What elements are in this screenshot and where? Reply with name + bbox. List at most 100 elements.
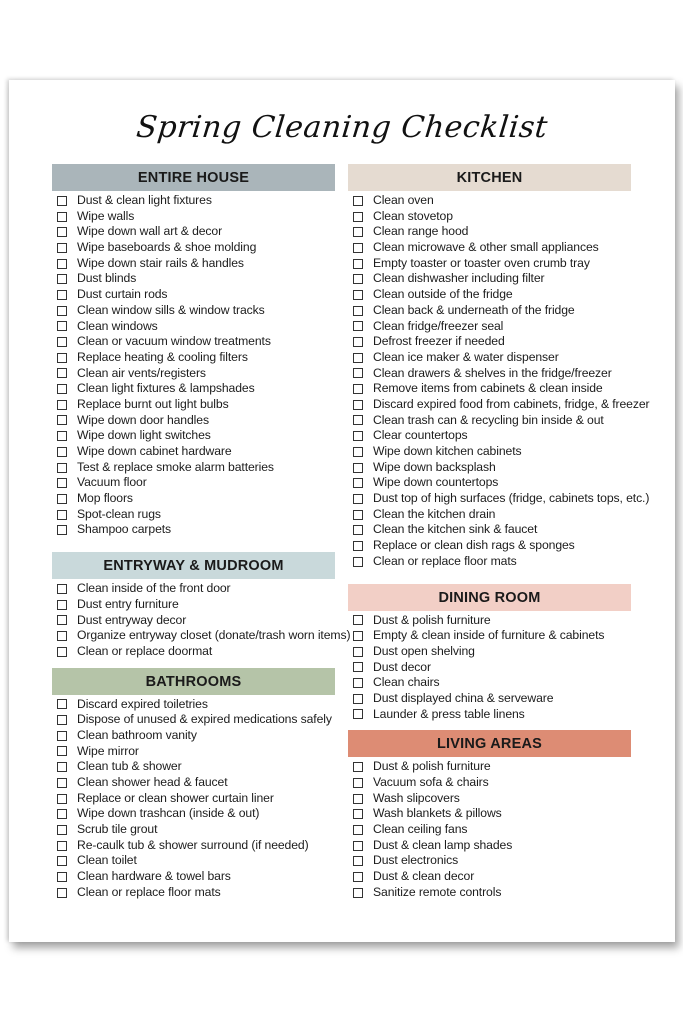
checkbox[interactable] bbox=[353, 793, 363, 804]
checkbox[interactable] bbox=[353, 824, 363, 835]
checkbox[interactable] bbox=[57, 493, 67, 504]
checkbox[interactable] bbox=[57, 242, 67, 253]
checkbox[interactable] bbox=[353, 809, 363, 820]
checkbox[interactable] bbox=[57, 415, 67, 426]
checkbox[interactable] bbox=[353, 305, 363, 316]
checkbox[interactable] bbox=[57, 446, 67, 457]
checkbox[interactable] bbox=[57, 809, 67, 820]
checkbox[interactable] bbox=[57, 258, 67, 269]
checklist-item-label: Clean outside of the fridge bbox=[373, 287, 513, 302]
checklist-item: Clean back & underneath of the fridge bbox=[348, 303, 631, 319]
checkbox[interactable] bbox=[57, 730, 67, 741]
checkbox[interactable] bbox=[57, 352, 67, 363]
checklist-item: Clean tub & shower bbox=[52, 759, 335, 775]
checkbox[interactable] bbox=[353, 415, 363, 426]
checkbox[interactable] bbox=[353, 556, 363, 567]
checkbox[interactable] bbox=[57, 871, 67, 882]
checkbox[interactable] bbox=[57, 631, 67, 642]
checkbox[interactable] bbox=[353, 289, 363, 300]
checklist-item-label: Vacuum sofa & chairs bbox=[373, 775, 489, 789]
checklist-item: Wipe down wall art & decor bbox=[52, 224, 335, 240]
checkbox[interactable] bbox=[353, 856, 363, 867]
checkbox[interactable] bbox=[353, 631, 363, 642]
checkbox[interactable] bbox=[353, 762, 363, 773]
checklist-item: Dust & polish furniture bbox=[348, 613, 631, 629]
checkbox[interactable] bbox=[57, 211, 67, 222]
checkbox[interactable] bbox=[57, 525, 67, 536]
checkbox[interactable] bbox=[57, 195, 67, 206]
checkbox[interactable] bbox=[353, 871, 363, 882]
checklist-item-label: Scrub tile grout bbox=[77, 822, 158, 837]
checkbox[interactable] bbox=[57, 337, 67, 348]
checkbox[interactable] bbox=[57, 615, 67, 626]
checkbox[interactable] bbox=[353, 352, 363, 363]
checklist-item-label: Clean toilet bbox=[77, 853, 137, 868]
checkbox[interactable] bbox=[57, 368, 67, 379]
checkbox[interactable] bbox=[57, 646, 67, 657]
checkbox[interactable] bbox=[57, 431, 67, 442]
checkbox[interactable] bbox=[353, 887, 363, 898]
checklist-item: Clean ice maker & water dispenser bbox=[348, 350, 631, 366]
checklist-item-label: Dust blinds bbox=[77, 271, 137, 286]
checkbox[interactable] bbox=[353, 446, 363, 457]
checkbox[interactable] bbox=[353, 493, 363, 504]
checkbox[interactable] bbox=[57, 289, 67, 300]
checkbox[interactable] bbox=[353, 615, 363, 626]
checkbox[interactable] bbox=[57, 887, 67, 898]
checklist-item: Wipe down kitchen cabinets bbox=[348, 444, 631, 460]
checkbox[interactable] bbox=[353, 321, 363, 332]
checklist-item-label: Dust & polish furniture bbox=[373, 612, 491, 627]
checkbox[interactable] bbox=[353, 662, 363, 673]
checkbox[interactable] bbox=[353, 777, 363, 788]
checkbox[interactable] bbox=[57, 762, 67, 773]
checkbox[interactable] bbox=[353, 337, 363, 348]
checklist-item: Dust entryway decor bbox=[52, 613, 335, 629]
checkbox[interactable] bbox=[57, 793, 67, 804]
checkbox[interactable] bbox=[353, 195, 363, 206]
checkbox[interactable] bbox=[353, 478, 363, 489]
checkbox[interactable] bbox=[353, 509, 363, 520]
checkbox[interactable] bbox=[57, 746, 67, 757]
checkbox[interactable] bbox=[57, 715, 67, 726]
checkbox[interactable] bbox=[353, 274, 363, 285]
checkbox[interactable] bbox=[353, 258, 363, 269]
checklist-item: Dust electronics bbox=[348, 853, 631, 869]
checkbox[interactable] bbox=[57, 509, 67, 520]
checkbox[interactable] bbox=[353, 431, 363, 442]
checkbox[interactable] bbox=[353, 462, 363, 473]
checkbox[interactable] bbox=[353, 242, 363, 253]
checkbox[interactable] bbox=[57, 462, 67, 473]
checkbox[interactable] bbox=[353, 840, 363, 851]
checkbox[interactable] bbox=[353, 646, 363, 657]
checkbox[interactable] bbox=[353, 399, 363, 410]
checklist-entire-house: Dust & clean light fixtures Wipe walls Wip… bbox=[52, 193, 335, 538]
left-column: ENTIRE HOUSE Dust & clean light fixtures… bbox=[52, 164, 351, 901]
checkbox[interactable] bbox=[353, 384, 363, 395]
checklist-item-label: Dust displayed china & serveware bbox=[373, 690, 554, 705]
checklist-item-label: Wipe down wall art & decor bbox=[77, 224, 223, 239]
checkbox[interactable] bbox=[57, 856, 67, 867]
checkbox[interactable] bbox=[353, 693, 363, 704]
checkbox[interactable] bbox=[57, 384, 67, 395]
checklist-page: Spring Cleaning Checklist ENTIRE HOUSE D… bbox=[9, 80, 675, 942]
checkbox[interactable] bbox=[353, 709, 363, 720]
checkbox[interactable] bbox=[57, 399, 67, 410]
section-header-bathrooms: BATHROOMS bbox=[52, 667, 335, 695]
checkbox[interactable] bbox=[57, 274, 67, 285]
checkbox[interactable] bbox=[57, 478, 67, 489]
checkbox[interactable] bbox=[57, 227, 67, 238]
checkbox[interactable] bbox=[353, 678, 363, 689]
checkbox[interactable] bbox=[57, 699, 67, 710]
checkbox[interactable] bbox=[353, 211, 363, 222]
checkbox[interactable] bbox=[57, 777, 67, 788]
checkbox[interactable] bbox=[57, 599, 67, 610]
checkbox[interactable] bbox=[353, 525, 363, 536]
checkbox[interactable] bbox=[353, 368, 363, 379]
checkbox[interactable] bbox=[57, 824, 67, 835]
checkbox[interactable] bbox=[57, 840, 67, 851]
checkbox[interactable] bbox=[57, 321, 67, 332]
checkbox[interactable] bbox=[57, 305, 67, 316]
checkbox[interactable] bbox=[353, 540, 363, 551]
checkbox[interactable] bbox=[57, 583, 67, 594]
checkbox[interactable] bbox=[353, 227, 363, 238]
